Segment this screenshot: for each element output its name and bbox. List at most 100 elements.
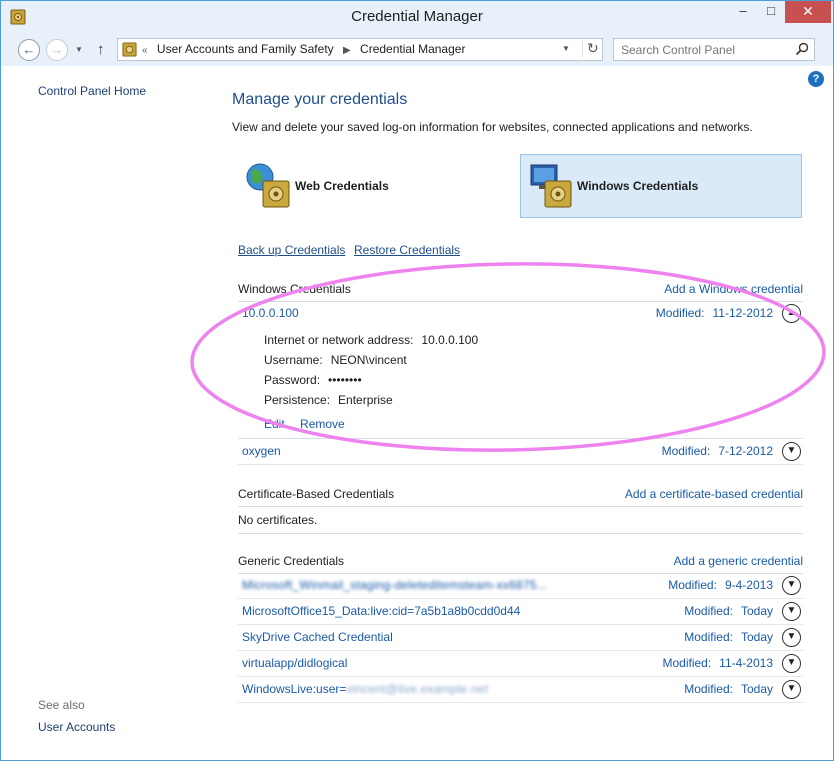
navigation-bar: ← → ▼ ↑ « User Accounts and Family Safet… <box>1 33 833 66</box>
left-pane: Control Panel Home See also User Account… <box>1 66 221 760</box>
control-panel-home-link[interactable]: Control Panel Home <box>38 84 146 98</box>
add-generic-credential-link[interactable]: Add a generic credential <box>674 554 803 568</box>
minimize-button[interactable]: – <box>729 1 757 23</box>
modified-label: Modified: <box>684 682 733 696</box>
windows-credentials-heading: Windows Credentials <box>238 282 351 296</box>
generic-heading: Generic Credentials <box>238 554 345 568</box>
credential-name[interactable]: oxygen <box>242 444 281 458</box>
no-certificates-text: No certificates. <box>238 513 318 527</box>
modified-date: 7-12-2012 <box>718 444 773 458</box>
credential-name[interactable]: MicrosoftOffice15_Data:live:cid=7a5b1a8b… <box>242 604 520 618</box>
credential-name-redacted: vincent@live.example.net <box>346 682 489 696</box>
remove-credential-link[interactable]: Remove <box>300 417 345 431</box>
modified-label: Modified: <box>662 656 712 670</box>
credential-modified: Modified: 7-12-2012 <box>662 444 773 458</box>
edit-credential-link[interactable]: Edit <box>264 417 285 431</box>
forward-button[interactable]: → <box>46 39 68 61</box>
windows-credentials-label: Windows Credentials <box>577 179 699 193</box>
refresh-icon[interactable]: ↻ <box>582 40 599 57</box>
credential-name[interactable]: Microsoft_Winmail_staging-deleteditemste… <box>242 578 547 592</box>
control-panel-icon <box>122 42 137 57</box>
add-certificate-credential-link[interactable]: Add a certificate-based credential <box>625 487 803 501</box>
breadcrumb-credential-manager[interactable]: Credential Manager <box>360 42 465 56</box>
web-credentials-icon <box>246 163 290 208</box>
search-box[interactable] <box>613 38 815 61</box>
address-dropdown-icon[interactable]: ▼ <box>562 44 570 53</box>
collapse-chevron-icon[interactable]: ▲ <box>782 304 801 323</box>
modified-date: 9-4-2013 <box>724 578 773 592</box>
modified-date: Today <box>740 604 773 618</box>
search-icon[interactable] <box>795 42 809 56</box>
detail-password: Password: •••••••• <box>264 373 478 393</box>
breadcrumb-separator-icon[interactable]: ▶ <box>343 45 351 56</box>
divider <box>238 533 803 534</box>
detail-address: Internet or network address: 10.0.0.100 <box>264 333 478 353</box>
generic-section-header: Generic Credentials Add a generic creden… <box>238 554 803 574</box>
expand-chevron-icon[interactable]: ▼ <box>782 680 801 699</box>
breadcrumb-overflow[interactable]: « <box>142 45 148 56</box>
credential-row-expanded[interactable]: 10.0.0.100 Modified: 11-12-2012 ▲ <box>238 301 803 327</box>
recent-pages-dropdown-icon[interactable]: ▼ <box>75 45 83 54</box>
up-arrow-icon[interactable]: ↑ <box>97 41 105 58</box>
restore-credentials-link[interactable]: Restore Credentials <box>354 243 460 257</box>
modified-date: 11-12-2012 <box>712 306 774 320</box>
breadcrumb-user-accounts[interactable]: User Accounts and Family Safety <box>157 42 334 56</box>
modified-date: Today <box>740 682 773 696</box>
close-button[interactable]: ✕ <box>785 1 831 23</box>
window-title: Credential Manager <box>351 8 483 25</box>
certificate-section-header: Certificate-Based Credentials Add a cert… <box>238 487 803 507</box>
user-accounts-link[interactable]: User Accounts <box>38 720 115 734</box>
generic-credential-row[interactable]: Microsoft_Winmail_staging-deleteditemste… <box>238 573 803 599</box>
address-bar[interactable]: « User Accounts and Family Safety ▶ Cred… <box>117 38 603 61</box>
windows-credentials-tab[interactable]: Windows Credentials <box>520 154 802 218</box>
credential-modified: Modified: Today <box>684 630 773 644</box>
detail-username-value: NEON\vincent <box>330 353 407 367</box>
credential-modified: Modified: 9-4-2013 <box>668 578 773 592</box>
detail-password-value: •••••••• <box>328 373 362 387</box>
detail-persistence: Persistence: Enterprise <box>264 393 478 413</box>
credential-name-prefix: WindowsLive:user= <box>242 682 347 696</box>
expand-chevron-icon[interactable]: ▼ <box>782 628 801 647</box>
windows-credentials-icon <box>530 164 572 208</box>
search-input[interactable] <box>614 39 790 60</box>
detail-persistence-label: Persistence: <box>264 393 331 407</box>
credential-actions: Edit Remove <box>264 417 357 431</box>
modified-label: Modified: <box>684 604 733 618</box>
back-button[interactable]: ← <box>18 39 40 61</box>
expand-chevron-icon[interactable]: ▼ <box>782 654 801 673</box>
modified-label: Modified: <box>655 306 705 320</box>
divider <box>238 464 803 465</box>
web-credentials-tab[interactable]: Web Credentials <box>238 154 520 218</box>
detail-username: Username: NEON\vincent <box>264 353 478 373</box>
generic-credential-row[interactable]: WindowsLive:user=vincent@live.example.ne… <box>238 677 803 703</box>
credential-name[interactable]: WindowsLive:user=vincent@live.example.ne… <box>242 682 488 696</box>
add-windows-credential-link[interactable]: Add a Windows credential <box>664 282 803 296</box>
credential-modified: Modified: 11-4-2013 <box>662 656 773 670</box>
detail-address-label: Internet or network address: <box>264 333 414 347</box>
web-credentials-label: Web Credentials <box>295 179 389 193</box>
generic-credential-row[interactable]: SkyDrive Cached Credential Modified: Toda… <box>238 625 803 651</box>
generic-credential-row[interactable]: MicrosoftOffice15_Data:live:cid=7a5b1a8b… <box>238 599 803 625</box>
credential-name[interactable]: SkyDrive Cached Credential <box>242 630 393 644</box>
credential-modified: Modified: 11-12-2012 <box>656 306 773 320</box>
maximize-button[interactable]: □ <box>757 1 785 23</box>
generic-credential-row[interactable]: virtualapp/didlogical Modified: 11-4-2013… <box>238 651 803 677</box>
windows-credentials-section-header: Windows Credentials Add a Windows creden… <box>238 282 803 302</box>
modified-date: 11-4-2013 <box>719 656 773 670</box>
modified-label: Modified: <box>661 444 711 458</box>
credential-row[interactable]: oxygen Modified: 7-12-2012 ▼ <box>238 439 803 465</box>
breadcrumb: « User Accounts and Family Safety ▶ Cred… <box>142 42 471 56</box>
divider <box>238 506 803 507</box>
title-bar: Credential Manager – □ ✕ <box>1 1 833 33</box>
help-icon[interactable]: ? <box>808 71 824 87</box>
detail-address-value: 10.0.0.100 <box>421 333 479 347</box>
backup-credentials-link[interactable]: Back up Credentials <box>238 243 345 257</box>
expand-chevron-icon[interactable]: ▼ <box>782 442 801 461</box>
credential-name[interactable]: 10.0.0.100 <box>242 306 299 320</box>
divider <box>238 702 803 703</box>
credential-name[interactable]: virtualapp/didlogical <box>242 656 347 670</box>
expand-chevron-icon[interactable]: ▼ <box>782 602 801 621</box>
expand-chevron-icon[interactable]: ▼ <box>782 576 801 595</box>
detail-persistence-value: Enterprise <box>338 393 393 407</box>
modified-date: Today <box>740 630 773 644</box>
